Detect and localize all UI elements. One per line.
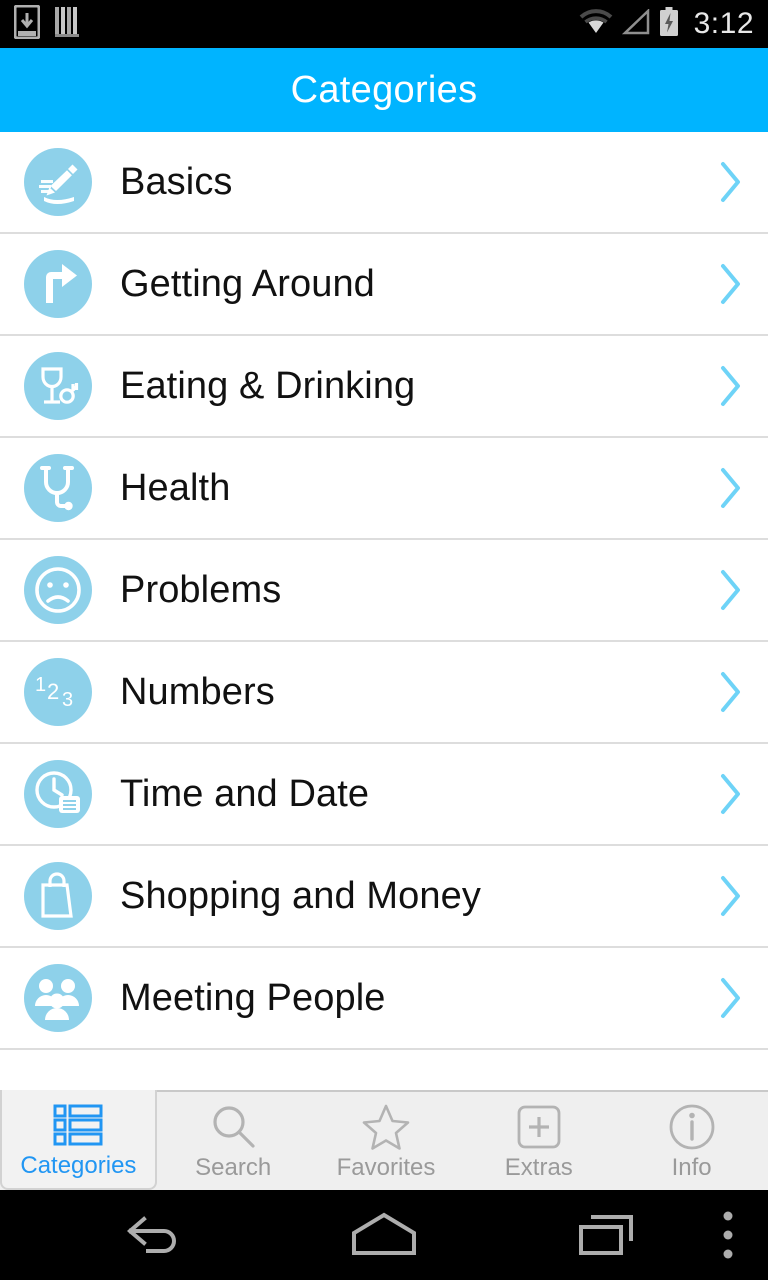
wifi-icon bbox=[579, 8, 613, 40]
svg-text:3: 3 bbox=[62, 689, 73, 711]
list-item[interactable]: 1 2 3 Numbers bbox=[0, 642, 768, 744]
cellular-signal-icon bbox=[621, 7, 650, 40]
group-people-icon bbox=[24, 964, 92, 1032]
list-item[interactable]: Shopping and Money bbox=[0, 846, 768, 948]
list-item-label: Getting Around bbox=[120, 262, 375, 305]
chevron-right-icon bbox=[718, 975, 750, 1021]
app-header: Categories bbox=[0, 48, 768, 132]
list-view-icon bbox=[53, 1100, 103, 1150]
tab-label: Search bbox=[195, 1154, 272, 1181]
chevron-right-icon bbox=[718, 669, 750, 715]
list-item-label: Health bbox=[120, 466, 231, 509]
status-bar-clock: 3:12 bbox=[693, 7, 754, 40]
phone-screen: 3:12 Categories Basics Getting Around Eati… bbox=[0, 0, 768, 1280]
plus-square-icon bbox=[516, 1102, 562, 1152]
sad-face-icon bbox=[24, 556, 92, 624]
list-item[interactable]: Time and Date bbox=[0, 744, 768, 846]
wine-glass-fork-icon bbox=[24, 352, 92, 420]
tab-info[interactable]: Info bbox=[615, 1092, 768, 1190]
list-item-label: Meeting People bbox=[120, 976, 386, 1019]
tab-favorites[interactable]: Favorites bbox=[310, 1092, 463, 1190]
status-bar: 3:12 bbox=[0, 0, 768, 48]
list-item[interactable]: Meeting People bbox=[0, 948, 768, 1050]
clock-calendar-icon bbox=[24, 760, 92, 828]
download-to-device-icon bbox=[13, 4, 41, 44]
status-bar-right-icons: 3:12 bbox=[579, 6, 754, 42]
back-button[interactable] bbox=[120, 1213, 184, 1257]
list-item-label: Eating & Drinking bbox=[120, 364, 416, 407]
tab-label: Favorites bbox=[336, 1154, 436, 1181]
pencil-writing-icon bbox=[24, 148, 92, 216]
tab-categories[interactable]: Categories bbox=[0, 1090, 157, 1190]
chevron-right-icon bbox=[718, 771, 750, 817]
chevron-right-icon bbox=[718, 873, 750, 919]
tab-extras[interactable]: Extras bbox=[462, 1092, 615, 1190]
svg-text:2: 2 bbox=[47, 679, 59, 704]
list-item[interactable]: Getting Around bbox=[0, 234, 768, 336]
shopping-bag-icon bbox=[24, 862, 92, 930]
bottom-tab-bar[interactable]: Categories Search Favorites Extras Info bbox=[0, 1090, 768, 1190]
home-button[interactable] bbox=[348, 1211, 420, 1259]
page-title: Categories bbox=[290, 68, 478, 111]
recents-button[interactable] bbox=[575, 1211, 647, 1259]
chevron-right-icon bbox=[718, 465, 750, 511]
list-item[interactable]: Health bbox=[0, 438, 768, 540]
tab-label: Extras bbox=[504, 1154, 573, 1181]
chevron-right-icon bbox=[718, 159, 750, 205]
chevron-right-icon bbox=[718, 567, 750, 613]
list-item-label: Basics bbox=[120, 160, 233, 203]
status-bar-left-icons bbox=[13, 4, 82, 44]
vertical-bars-icon bbox=[54, 6, 82, 42]
overflow-menu-button[interactable] bbox=[720, 1209, 736, 1261]
list-item-label: Time and Date bbox=[120, 772, 370, 815]
list-item-label: Problems bbox=[120, 568, 282, 611]
star-outline-icon bbox=[361, 1102, 411, 1152]
info-circle-icon bbox=[668, 1102, 716, 1152]
android-navigation-bar bbox=[0, 1190, 768, 1280]
svg-text:1: 1 bbox=[35, 674, 46, 696]
list-item-label: Shopping and Money bbox=[120, 874, 481, 917]
numbers-123-icon: 123 bbox=[24, 658, 92, 726]
list-item[interactable]: Eating & Drinking bbox=[0, 336, 768, 438]
turn-right-arrow-icon bbox=[24, 250, 92, 318]
tab-label: Categories bbox=[20, 1152, 137, 1179]
battery-charging-icon bbox=[659, 6, 679, 42]
tab-label: Info bbox=[671, 1154, 712, 1181]
list-item[interactable]: Problems bbox=[0, 540, 768, 642]
chevron-right-icon bbox=[718, 261, 750, 307]
category-list[interactable]: Basics Getting Around Eating & Drinking Hea… bbox=[0, 132, 768, 1090]
list-item-label: Numbers bbox=[120, 670, 275, 713]
chevron-right-icon bbox=[718, 363, 750, 409]
stethoscope-icon bbox=[24, 454, 92, 522]
magnifier-icon bbox=[209, 1102, 257, 1152]
list-item[interactable]: Basics bbox=[0, 132, 768, 234]
tab-search[interactable]: Search bbox=[157, 1092, 310, 1190]
